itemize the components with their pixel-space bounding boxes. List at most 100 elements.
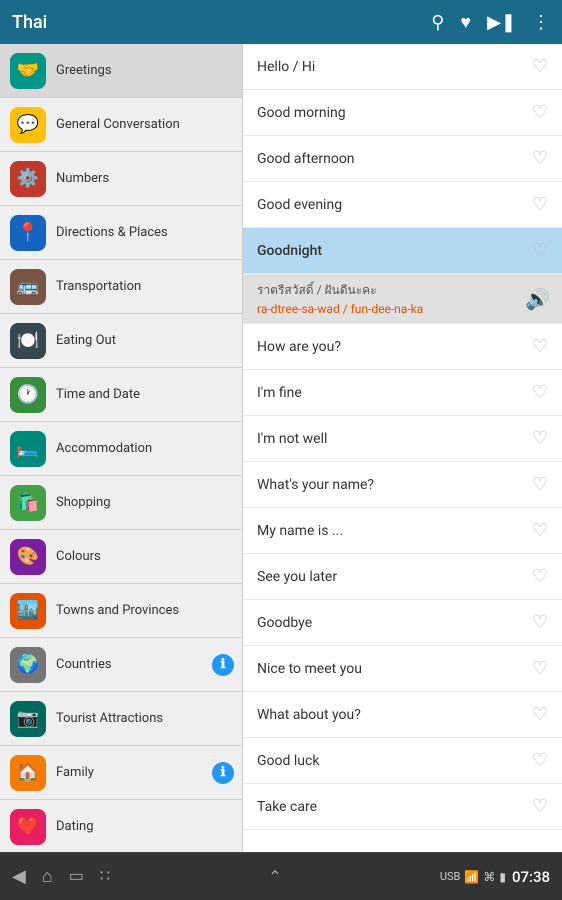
up-arrow[interactable]: ⌃ [268,867,281,886]
sidebar-label-dating: Dating [56,819,94,835]
eating-out-icon: 🍽️ [10,323,46,359]
list-item-im-fine[interactable]: I'm fine ♡ [243,370,562,416]
list-item-hello[interactable]: Hello / Hi ♡ [243,44,562,90]
heart-see-you-later[interactable]: ♡ [532,566,548,587]
nav-center: ⌃ [268,867,281,886]
countries-badge: ℹ [212,654,234,676]
back-button[interactable]: ◀ [12,866,26,887]
play-icon[interactable]: ▶❚ [487,12,516,33]
heart-what-about-you[interactable]: ♡ [532,704,548,725]
list-item-whats-your-name[interactable]: What's your name? ♡ [243,462,562,508]
list-item-goodbye[interactable]: Goodbye ♡ [243,600,562,646]
sidebar-item-greetings[interactable]: 🤝 Greetings [0,44,242,98]
item-label-how-are-you: How are you? [257,339,532,355]
recent-button[interactable]: ▭ [69,866,84,887]
general-conversation-icon: 💬 [10,107,46,143]
usb-icon: USB [440,870,461,883]
heart-whats-your-name[interactable]: ♡ [532,474,548,495]
speaker-icon[interactable]: 🔊 [525,287,550,311]
transportation-icon: 🚌 [10,269,46,305]
item-label-good-morning: Good morning [257,105,532,121]
sidebar-item-tourist-attractions[interactable]: 📷 Tourist Attractions [0,692,242,746]
item-label-good-afternoon: Good afternoon [257,151,532,167]
list-item-im-not-well[interactable]: I'm not well ♡ [243,416,562,462]
sidebar-item-eating-out[interactable]: 🍽️ Eating Out [0,314,242,368]
list-item-my-name-is[interactable]: My name is ... ♡ [243,508,562,554]
list-item-good-afternoon[interactable]: Good afternoon ♡ [243,136,562,182]
heart-my-name-is[interactable]: ♡ [532,520,548,541]
list-item-good-evening[interactable]: Good evening ♡ [243,182,562,228]
dating-icon: ❤️ [10,809,46,845]
header-actions: ⚲ ♥ ▶❚ ⋮ [431,12,550,33]
heart-hello[interactable]: ♡ [532,56,548,77]
sidebar-label-shopping: Shopping [56,495,111,511]
numbers-icon: ⚙️ [10,161,46,197]
time-date-icon: 🕐 [10,377,46,413]
tourist-attractions-icon: 📷 [10,701,46,737]
heart-goodnight[interactable]: ♡ [532,240,548,261]
towns-provinces-icon: 🏙️ [10,593,46,629]
sidebar-item-numbers[interactable]: ⚙️ Numbers [0,152,242,206]
heart-good-evening[interactable]: ♡ [532,194,548,215]
greetings-icon: 🤝 [10,53,46,89]
sidebar-label-general-conversation: General Conversation [56,117,180,133]
sidebar-item-family[interactable]: 🏠 Family ℹ [0,746,242,800]
sidebar-item-towns-provinces[interactable]: 🏙️ Towns and Provinces [0,584,242,638]
sidebar-item-directions-places[interactable]: 📍 Directions & Places [0,206,242,260]
list-item-good-luck[interactable]: Good luck ♡ [243,738,562,784]
sidebar-label-tourist-attractions: Tourist Attractions [56,711,163,727]
sidebar-label-countries: Countries [56,657,112,673]
item-label-what-about-you: What about you? [257,707,532,723]
sidebar-item-time-date[interactable]: 🕐 Time and Date [0,368,242,422]
signal-icon: 📶 [464,870,479,884]
sidebar-label-transportation: Transportation [56,279,141,295]
sidebar-label-directions-places: Directions & Places [56,225,168,241]
home-button[interactable]: ⌂ [42,866,53,887]
item-label-nice-to-meet-you: Nice to meet you [257,661,532,677]
list-item-take-care[interactable]: Take care ♡ [243,784,562,830]
sidebar-item-accommodation[interactable]: 🛏️ Accommodation [0,422,242,476]
heart-im-fine[interactable]: ♡ [532,382,548,403]
list-item-how-are-you[interactable]: How are you? ♡ [243,324,562,370]
heart-good-luck[interactable]: ♡ [532,750,548,771]
heart-im-not-well[interactable]: ♡ [532,428,548,449]
translation-row[interactable]: ราตรีสวัสดิ์ / ฝันดีนะคะ ra-dtree-sa-wad… [243,274,562,324]
sidebar-item-general-conversation[interactable]: 💬 General Conversation [0,98,242,152]
heart-good-morning[interactable]: ♡ [532,102,548,123]
sidebar: 🤝 Greetings 💬 General Conversation ⚙️ Nu… [0,44,243,852]
sidebar-item-dating[interactable]: ❤️ Dating [0,800,242,852]
countries-icon: 🌍 [10,647,46,683]
sidebar-label-towns-provinces: Towns and Provinces [56,603,179,619]
heart-take-care[interactable]: ♡ [532,796,548,817]
more-icon[interactable]: ⋮ [532,12,550,33]
list-item-goodnight[interactable]: Goodnight ♡ [243,228,562,274]
list-item-nice-to-meet-you[interactable]: Nice to meet you ♡ [243,646,562,692]
search-icon[interactable]: ⚲ [431,12,444,33]
content-list: Hello / Hi ♡ Good morning ♡ Good afterno… [243,44,562,852]
sidebar-item-countries[interactable]: 🌍 Countries ℹ [0,638,242,692]
sidebar-item-transportation[interactable]: 🚌 Transportation [0,260,242,314]
item-label-my-name-is: My name is ... [257,523,532,539]
app-title: Thai [12,12,431,33]
item-label-take-care: Take care [257,799,532,815]
item-label-im-not-well: I'm not well [257,431,532,447]
grid-button[interactable]: ∷ [100,866,110,887]
item-label-good-luck: Good luck [257,753,532,769]
heart-good-afternoon[interactable]: ♡ [532,148,548,169]
sidebar-item-shopping[interactable]: 🛍️ Shopping [0,476,242,530]
wifi-icon: ⌘ [483,870,495,884]
sidebar-label-colours: Colours [56,549,101,565]
item-label-goodnight: Goodnight [257,243,532,259]
heart-nice-to-meet-you[interactable]: ♡ [532,658,548,679]
heart-goodbye[interactable]: ♡ [532,612,548,633]
shopping-icon: 🛍️ [10,485,46,521]
status-time: 07:38 [512,868,550,886]
list-item-good-morning[interactable]: Good morning ♡ [243,90,562,136]
accommodation-icon: 🛏️ [10,431,46,467]
directions-icon: 📍 [10,215,46,251]
favorite-icon[interactable]: ♥ [460,12,471,33]
list-item-see-you-later[interactable]: See you later ♡ [243,554,562,600]
list-item-what-about-you[interactable]: What about you? ♡ [243,692,562,738]
sidebar-item-colours[interactable]: 🎨 Colours [0,530,242,584]
heart-how-are-you[interactable]: ♡ [532,336,548,357]
